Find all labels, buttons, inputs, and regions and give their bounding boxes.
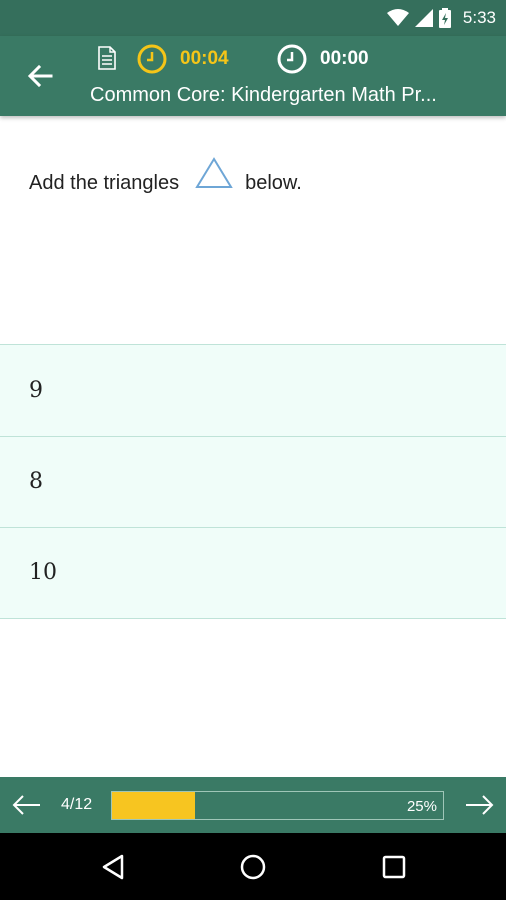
clock-icon [137,44,167,74]
system-nav-bar [0,833,506,900]
elapsed-timer: 00:04 [136,43,229,75]
progress-percent: 25% [406,798,437,815]
answer-list: 9 8 10 [0,344,506,619]
question-text-before: Add the triangles [29,171,180,194]
question-text-after: below. [245,171,302,194]
recents-square-icon [382,855,406,879]
clock-icon [277,44,307,74]
home-circle-icon [240,854,266,880]
total-timer: 00:00 [276,43,369,75]
arrow-right-icon [466,795,494,815]
page-counter: 4/12 [61,796,93,813]
progress-bar: 25% [111,791,444,820]
arrow-left-icon [27,65,53,87]
answer-option[interactable]: 9 [0,344,506,436]
status-time: 5:33 [462,8,496,27]
progress-footer: 4/12 25% [0,777,506,833]
previous-button[interactable] [12,791,44,819]
arrow-left-icon [12,795,40,815]
next-button[interactable] [462,791,494,819]
nav-home-button[interactable] [238,852,268,882]
progress-fill [112,792,195,819]
elapsed-time: 00:04 [180,48,229,69]
answer-option[interactable]: 10 [0,527,506,619]
signal-icon [414,9,433,27]
back-triangle-icon [102,854,124,880]
wifi-icon [386,9,409,26]
nav-back-button[interactable] [98,852,128,882]
page-title: Common Core: Kindergarten Math Pr... [90,84,437,106]
status-icons: 5:33 [386,7,496,29]
battery-charging-icon [438,8,451,28]
status-bar: 5:33 [0,0,506,36]
question-text: Add the triangles below. [29,157,302,200]
document-checklist-icon[interactable] [96,46,118,70]
nav-recents-button[interactable] [379,852,409,882]
app-bar: 00:04 00:00 Common Core: Kindergarten Ma… [0,36,506,116]
total-time: 00:00 [320,48,369,69]
answer-option[interactable]: 8 [0,435,506,527]
triangle-icon [195,157,233,188]
back-button[interactable] [22,58,58,94]
